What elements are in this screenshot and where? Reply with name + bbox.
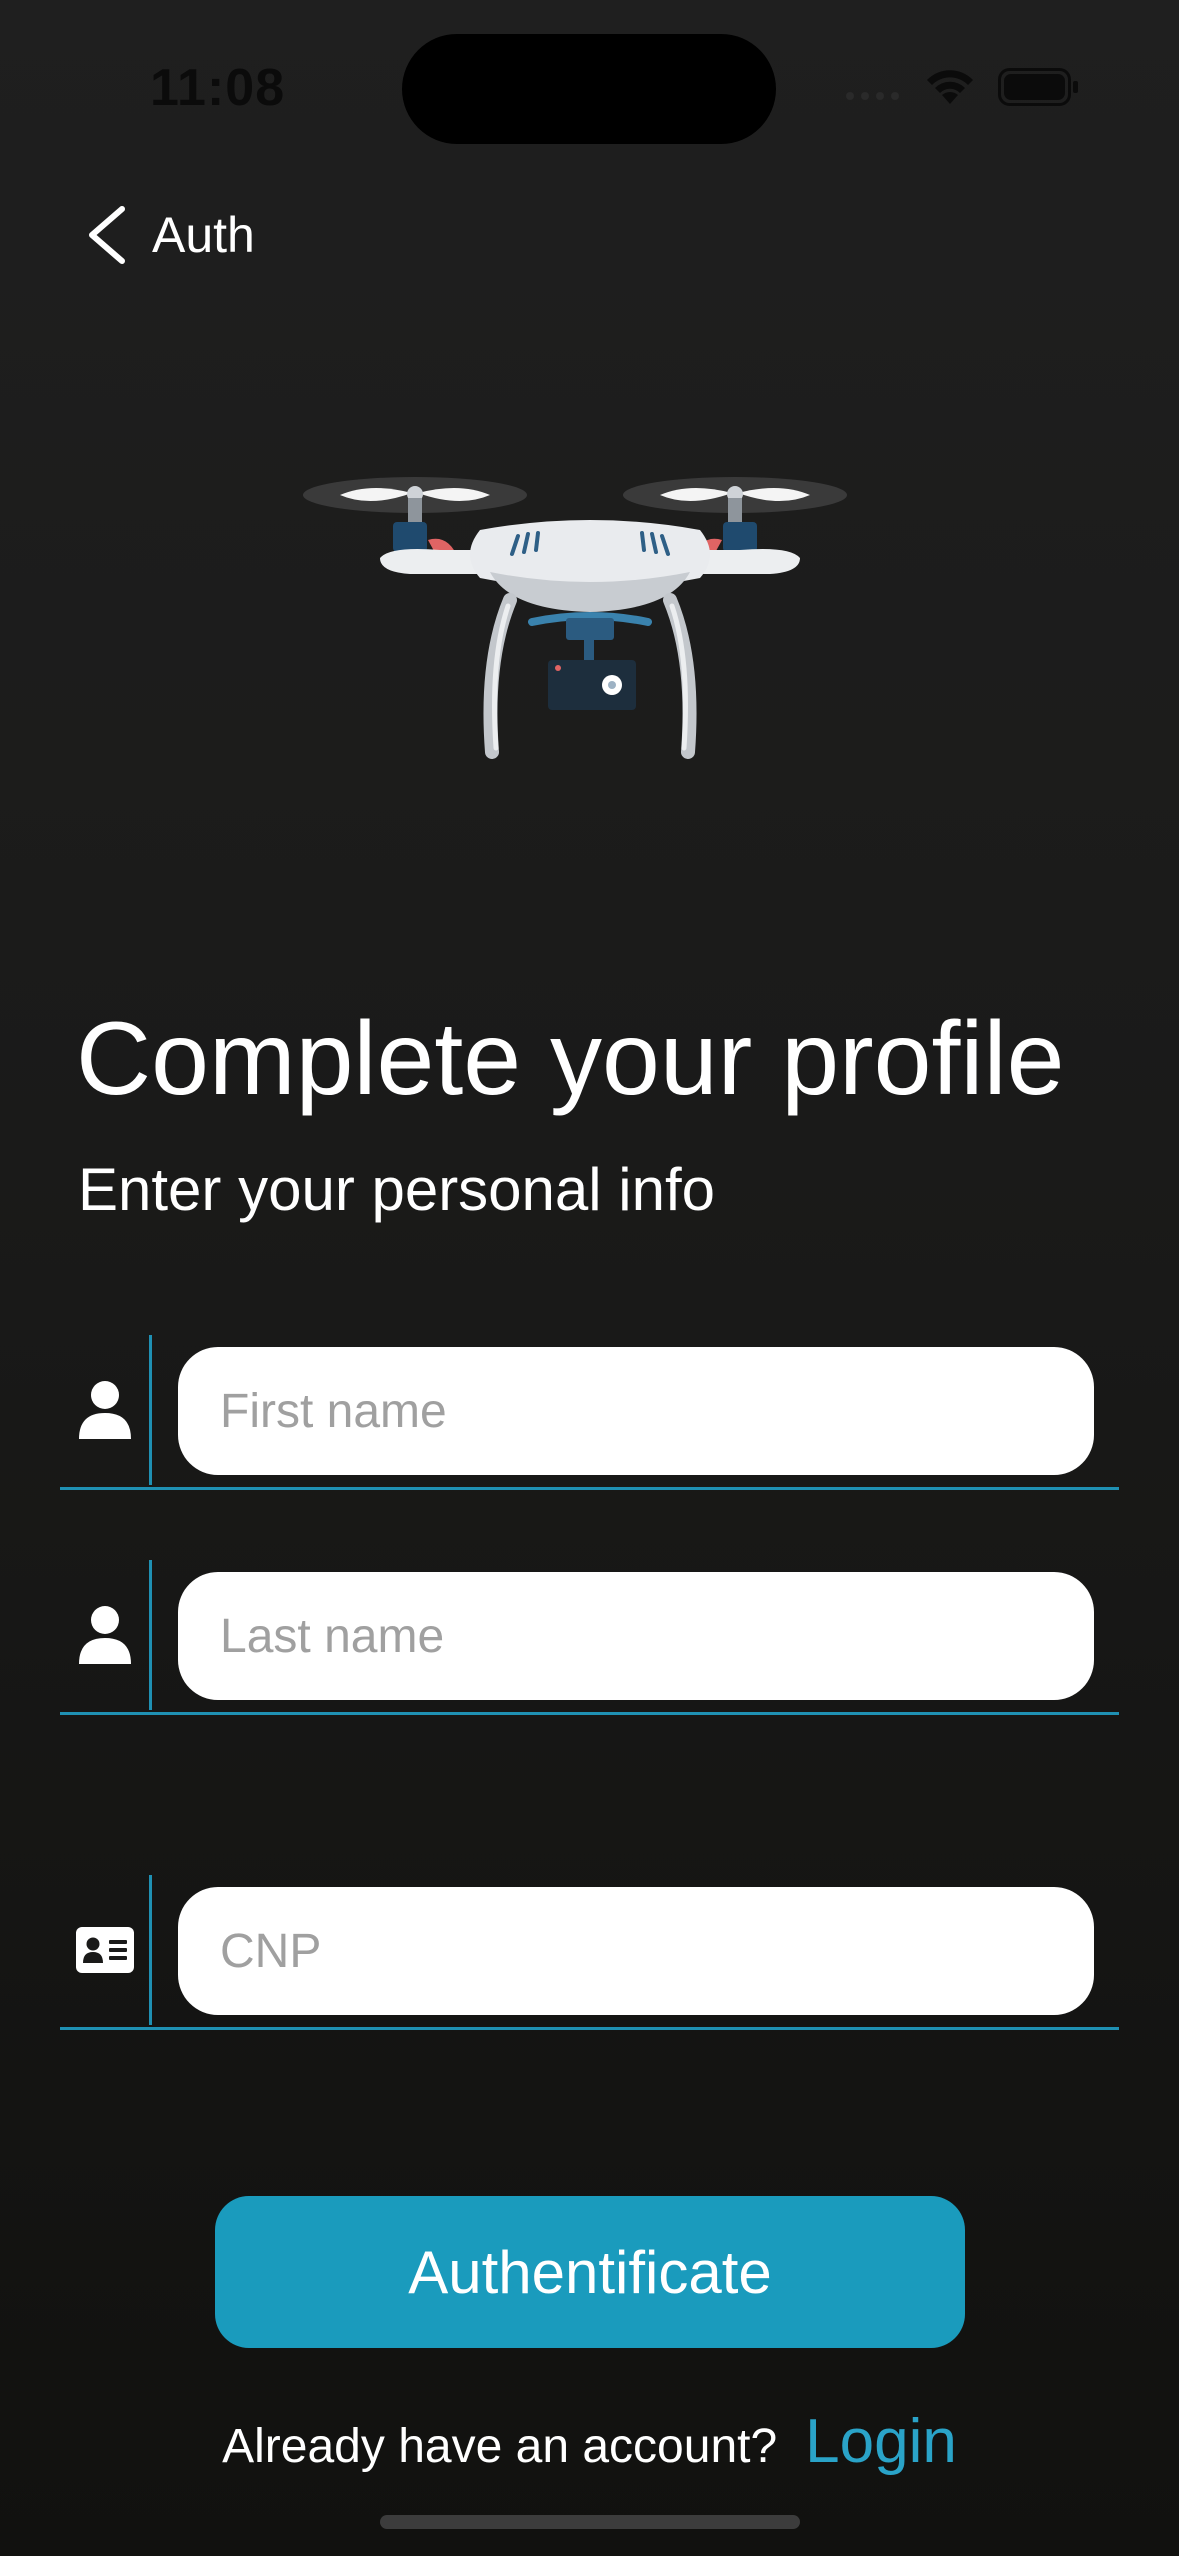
signal-icon [846, 92, 899, 100]
first-name-input[interactable] [178, 1347, 1094, 1475]
last-name-input[interactable] [178, 1572, 1094, 1700]
home-indicator[interactable] [380, 2515, 800, 2529]
wifi-icon [927, 70, 973, 104]
login-row: Already have an account? Login [0, 2406, 1179, 2477]
dynamic-island [402, 34, 776, 144]
last-name-field [60, 1560, 1119, 1715]
authentificate-button[interactable]: Authentificate [215, 2196, 965, 2348]
cnp-input[interactable] [178, 1887, 1094, 2015]
page-subtitle: Enter your personal info [78, 1156, 716, 1223]
id-card-icon [76, 1927, 134, 1973]
field-divider [149, 1335, 152, 1485]
login-link[interactable]: Login [805, 2406, 957, 2477]
login-prompt: Already have an account? [222, 2420, 778, 2473]
chevron-left-icon [89, 206, 125, 264]
battery-icon [998, 68, 1078, 106]
person-icon [79, 1606, 131, 1664]
person-icon [79, 1381, 131, 1439]
status-bar: 11:08 [0, 0, 1179, 170]
page-title: Complete your profile [76, 1001, 1065, 1117]
cnp-field [60, 1875, 1119, 2030]
field-divider [149, 1560, 152, 1710]
drone-illustration [303, 477, 847, 759]
field-divider [149, 1875, 152, 2025]
back-label: Auth [152, 207, 255, 263]
back-button[interactable]: Auth [84, 200, 255, 270]
first-name-field [60, 1335, 1119, 1490]
status-time: 11:08 [150, 59, 286, 117]
